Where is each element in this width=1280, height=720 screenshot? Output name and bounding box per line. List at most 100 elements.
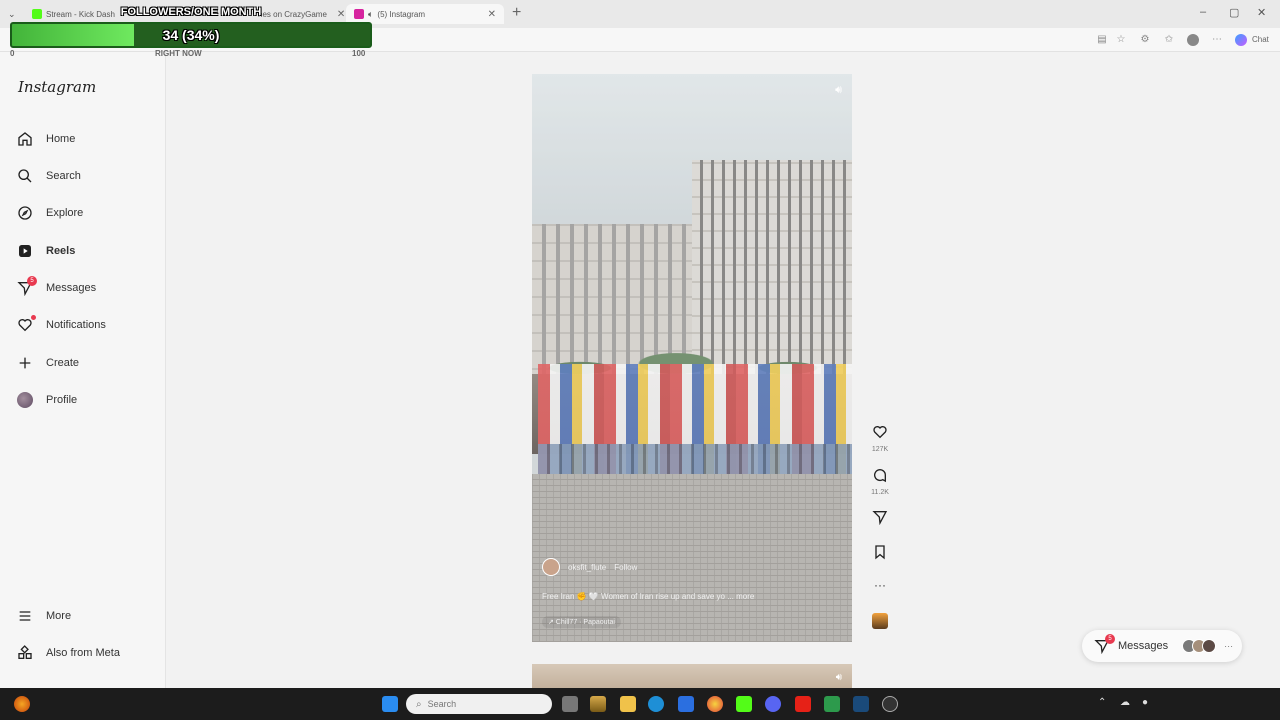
wifi-icon[interactable]: ☁ xyxy=(1120,697,1130,708)
app-icon[interactable] xyxy=(590,696,606,712)
copilot-icon[interactable] xyxy=(1235,34,1247,46)
sidebar-item-label: Create xyxy=(46,357,80,369)
overlay-title: FOLLOWERS/ONE MONTH xyxy=(120,6,262,18)
progress-now-label: RIGHT NOW xyxy=(155,49,202,58)
like-button[interactable]: 127K xyxy=(868,424,892,453)
author-avatar[interactable] xyxy=(542,558,560,576)
share-icon xyxy=(872,511,888,526)
compass-icon xyxy=(16,204,34,222)
heart-icon xyxy=(16,315,36,334)
close-icon[interactable]: ✕ xyxy=(488,9,496,20)
home-icon xyxy=(16,130,34,148)
task-view-icon[interactable] xyxy=(562,696,578,712)
messages-badge: 5 xyxy=(27,276,37,286)
sidebar-item-explore[interactable]: Explore xyxy=(16,201,83,225)
volume-icon[interactable]: 🔊︎ xyxy=(836,672,842,683)
save-button[interactable] xyxy=(868,544,892,565)
sidebar-item-search[interactable]: Search xyxy=(16,164,81,188)
reel-audio[interactable]: ↗ Chill77 · Papaoutai xyxy=(542,616,621,628)
notification-dot xyxy=(31,315,36,320)
sidebar-item-notifications[interactable]: Notifications xyxy=(16,313,106,337)
instagram-logo[interactable]: Instagram xyxy=(18,78,96,96)
minimize-button[interactable]: – xyxy=(1200,6,1206,18)
sidebar-item-label: Also from Meta xyxy=(46,647,120,659)
discord-icon[interactable] xyxy=(765,696,781,712)
steam-icon[interactable] xyxy=(853,696,869,712)
new-tab-button[interactable]: + xyxy=(512,4,521,22)
taskbar-search-placeholder: Search xyxy=(427,699,457,709)
reader-icon[interactable]: ▤ xyxy=(1096,34,1108,46)
sidebar-item-also-from-meta[interactable]: Also from Meta xyxy=(16,641,120,665)
youtube-icon[interactable] xyxy=(795,696,811,712)
sidebar-item-label: More xyxy=(46,610,72,622)
mic-icon[interactable]: ● xyxy=(1142,697,1148,708)
sidebar-item-create[interactable]: Create xyxy=(16,351,79,375)
store-icon[interactable] xyxy=(678,696,694,712)
extension-icon[interactable]: ⚙ xyxy=(1139,34,1151,46)
reel-caption[interactable]: Free Iran ✊ 🤍 Women of Iran rise up and … xyxy=(542,592,842,601)
ellipsis-icon: ··· xyxy=(874,578,886,592)
progress-value: 34 (34%) xyxy=(162,27,220,43)
follow-button[interactable]: Follow xyxy=(614,563,637,572)
windows-start-icon[interactable] xyxy=(382,696,398,712)
star-icon[interactable]: ☆ xyxy=(1115,34,1127,46)
taskbar-search[interactable]: ⌕ Search xyxy=(406,694,552,714)
sidebar-item-more[interactable]: More xyxy=(16,604,71,628)
author-username[interactable]: oksfit_flute xyxy=(568,563,606,572)
comment-icon xyxy=(874,469,886,483)
obs-icon[interactable] xyxy=(882,696,898,712)
chrome-icon[interactable] xyxy=(707,696,723,712)
sidebar-item-label: Reels xyxy=(46,245,76,257)
app-icon[interactable] xyxy=(824,696,840,712)
sidebar-item-label: Messages xyxy=(46,282,97,294)
bookmark-icon xyxy=(875,545,885,560)
tray-icon[interactable]: ⌃ xyxy=(1098,697,1106,708)
messages-pill[interactable]: 5 Messages ··· xyxy=(1082,630,1242,662)
sidebar-item-messages[interactable]: 5 Messages xyxy=(16,276,96,300)
sidebar-item-label: Notifications xyxy=(46,319,106,331)
tab-label: (5) Instagram xyxy=(377,9,425,19)
comment-button[interactable]: 11.2K xyxy=(868,467,892,496)
maximize-button[interactable]: ▢ xyxy=(1229,6,1239,19)
search-icon: ⌕ xyxy=(416,698,422,710)
plus-icon xyxy=(16,354,34,372)
reel-video[interactable]: 🔊︎ oksfit_flute Follow Free Iran ✊ 🤍 Wom… xyxy=(532,74,852,642)
sidebar-item-reels[interactable]: Reels xyxy=(16,239,75,263)
ellipsis-icon: ··· xyxy=(1224,641,1234,651)
progress-bar: 34 (34%) xyxy=(10,22,372,48)
sidebar-item-label: Profile xyxy=(46,394,78,406)
next-reel-preview[interactable]: 🔊︎ xyxy=(532,664,852,688)
sidebar-item-label: Explore xyxy=(46,207,84,219)
close-window-button[interactable]: ✕ xyxy=(1257,6,1266,19)
windows-taskbar: ⌕ Search ⌃ ☁ ● xyxy=(0,688,1280,720)
profile-avatar[interactable] xyxy=(1187,34,1199,46)
messenger-icon: 5 xyxy=(16,276,37,297)
comment-count: 11.2K xyxy=(871,489,889,496)
kick-icon[interactable] xyxy=(736,696,752,712)
instagram-sidebar: Instagram Home Search Explore Reels 5 Me… xyxy=(0,52,166,688)
audio-thumbnail[interactable] xyxy=(872,613,888,629)
hamburger-icon xyxy=(16,607,34,625)
sidebar-item-home[interactable]: Home xyxy=(16,127,75,151)
sidebar-item-label: Home xyxy=(46,133,76,145)
progress-min: 0 xyxy=(10,49,15,58)
edge-icon[interactable] xyxy=(648,696,664,712)
sidebar-item-profile[interactable]: Profile xyxy=(16,388,77,412)
meta-apps-icon xyxy=(16,644,34,662)
messenger-icon: 5 xyxy=(1094,634,1115,655)
progress-max: 100 xyxy=(352,49,366,58)
more-icon[interactable]: ⋯ xyxy=(1211,34,1223,46)
weather-icon[interactable] xyxy=(14,696,30,712)
reel-author: oksfit_flute Follow xyxy=(542,558,637,576)
like-count: 127K xyxy=(871,446,889,453)
chat-label[interactable]: Chat xyxy=(1252,35,1269,44)
search-icon xyxy=(16,167,34,185)
share-button[interactable] xyxy=(868,509,892,530)
favorites-icon[interactable]: ✩ xyxy=(1163,34,1175,46)
message-avatars xyxy=(1182,639,1217,653)
volume-icon[interactable]: 🔊︎ xyxy=(835,84,842,97)
file-explorer-icon[interactable] xyxy=(620,696,636,712)
sidebar-item-label: Search xyxy=(46,170,81,182)
messages-badge: 5 xyxy=(1105,634,1115,644)
more-options-button[interactable]: ··· xyxy=(868,578,892,592)
